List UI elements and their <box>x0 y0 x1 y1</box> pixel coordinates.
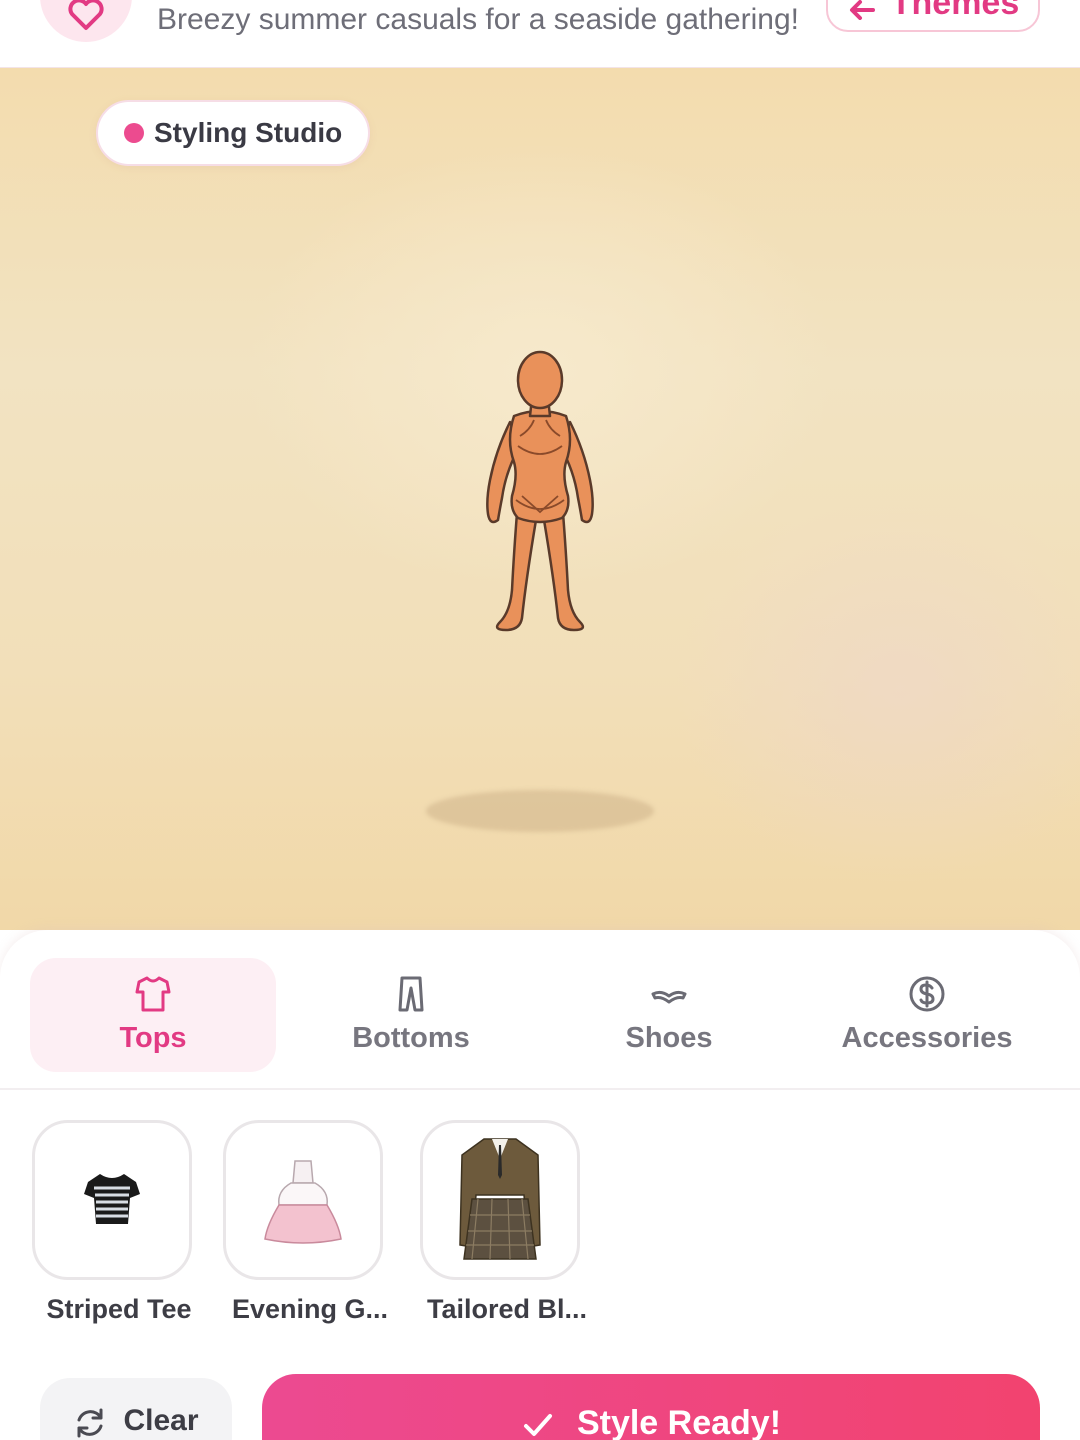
item-evening-gown[interactable]: Evening G... <box>223 1120 388 1325</box>
tab-label: Accessories <box>841 1022 1013 1054</box>
refresh-icon <box>77 1408 103 1438</box>
themes-button-label: Themes <box>890 0 1020 22</box>
item-striped-tee[interactable]: Striped Tee <box>32 1120 192 1325</box>
floor-shadow <box>426 790 654 832</box>
item-thumbnail <box>420 1120 580 1280</box>
item-grid: Striped Tee Evening G... Tailored Bl... <box>0 1120 1080 1340</box>
tab-label: Tops <box>119 1022 187 1054</box>
studio-badge-label: Styling Studio <box>154 117 343 148</box>
styling-stage: Styling Studio <box>0 68 1080 930</box>
heart-icon <box>68 0 104 30</box>
themes-button[interactable]: Themes <box>826 0 1040 32</box>
studio-badge: Styling Studio <box>96 100 371 166</box>
theme-badge <box>40 0 132 42</box>
item-thumbnail <box>223 1120 383 1280</box>
pants-icon <box>398 976 424 1012</box>
wardrobe-panel: Tops Bottoms Shoes Accessories Striped T… <box>0 930 1080 1440</box>
clear-button-label: Clear <box>123 1404 199 1437</box>
status-dot <box>124 123 144 143</box>
mannequin-figure <box>486 350 594 632</box>
checkmark-icon <box>523 1414 552 1436</box>
style-ready-label: Style Ready! <box>576 1404 782 1440</box>
item-name: Striped Tee <box>46 1294 192 1324</box>
striped-tee-image <box>84 1174 140 1224</box>
item-name: Tailored Bl... <box>426 1294 588 1324</box>
item-tailored-blazer[interactable]: Tailored Bl... <box>420 1120 587 1325</box>
category-tabs: Tops Bottoms Shoes Accessories <box>0 930 1080 1090</box>
item-name: Evening G... <box>231 1294 389 1324</box>
arrow-left-icon <box>849 0 875 20</box>
tab-accessories[interactable]: Accessories <box>804 958 1050 1072</box>
tab-label: Shoes <box>625 1022 713 1054</box>
clear-button[interactable]: Clear <box>40 1378 232 1440</box>
theme-description: Breezy summer casuals for a seaside gath… <box>157 3 799 36</box>
shoe-icon <box>651 990 687 1004</box>
style-ready-button[interactable]: Style Ready! <box>262 1374 1040 1440</box>
header: Breezy summer casuals for a seaside gath… <box>0 0 1080 68</box>
tab-tops[interactable]: Tops <box>30 958 276 1072</box>
item-thumbnail <box>32 1120 192 1280</box>
tailored-blazer-image <box>459 1138 541 1260</box>
tab-label: Bottoms <box>352 1022 470 1054</box>
dollar-circle-icon <box>909 976 945 1012</box>
tab-shoes[interactable]: Shoes <box>546 958 792 1072</box>
shirt-icon <box>135 976 171 1012</box>
evening-gown-image <box>264 1160 342 1244</box>
tab-bottoms[interactable]: Bottoms <box>288 958 534 1072</box>
